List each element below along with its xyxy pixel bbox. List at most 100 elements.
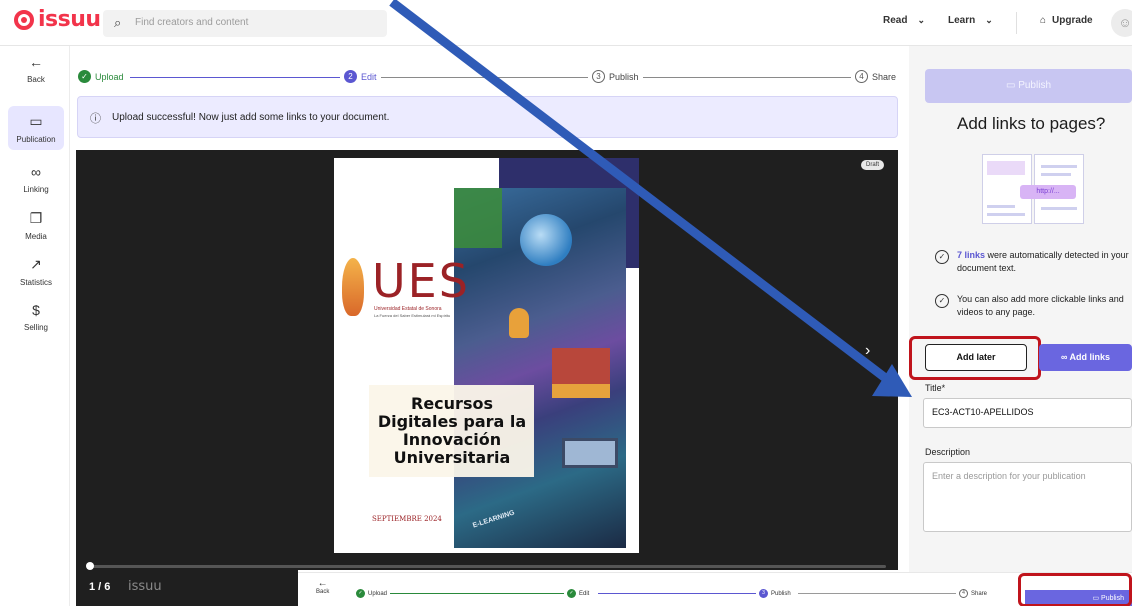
check-circle-icon: ✓ [935,294,949,308]
draft-badge: Draft [861,160,885,170]
document-title: Recursos Digitales para la Innovación Un… [377,394,527,467]
step-share[interactable]: 4 Share [851,70,897,83]
add-more-note: ✓ You can also add more clickable links … [935,293,1130,319]
arrow-left-icon: ← [317,578,328,589]
description-label: Description [925,447,971,457]
chevron-right-icon[interactable]: › [865,342,870,360]
books-graphic [552,348,610,384]
back-label: Back [27,75,45,84]
back-label: Back [316,589,330,595]
highlight-frame [909,336,1041,380]
overlay-step-share[interactable]: 4 Share [956,589,988,598]
back-button[interactable]: ← Back [8,54,64,84]
scrubber-handle[interactable] [86,562,94,570]
add-links-label: Add links [1069,352,1111,362]
publish-button[interactable]: ▭ Publish [925,69,1132,103]
chevron-down-icon: ⌄ [985,15,993,25]
link-icon: ∞ [1060,352,1070,362]
step-label: Edit [361,71,377,82]
check-icon: ✓ [356,589,365,598]
book-icon: ▭ [1005,80,1019,91]
title-field[interactable]: EC3-ACT10-APELLIDOS [923,398,1132,428]
trend-icon: ↗ [30,256,42,272]
overlay-step-publish[interactable]: 3 Publish [756,589,794,598]
page-scrubber[interactable] [88,565,886,568]
illustration-block [987,161,1025,175]
step-number: 4 [959,589,968,598]
step-label: Upload [95,71,124,82]
check-icon: ✓ [78,70,91,83]
page-counter: 1 / 6 [89,581,111,593]
university-motto: La Fuerza del Saber Estimulará mi Espíri… [374,313,451,318]
footer-logo: issuu [128,579,162,594]
step-connector [643,77,853,78]
step-number: 4 [855,70,868,83]
sidebar-item-label: Selling [23,323,48,332]
divider [1016,12,1017,34]
sidebar-item-media[interactable]: ❐ Media [8,210,64,241]
sidebar-item-label: Media [25,232,47,241]
step-label: Publish [771,590,791,597]
illustration-line [1041,207,1077,210]
step-publish[interactable]: 3 Publish [588,70,643,83]
alert-text: Upload successful! Now just add some lin… [112,112,390,123]
step-upload[interactable]: ✓ Upload [78,70,128,83]
search-placeholder: Find creators and content [135,17,249,28]
university-name: Universidad Estatal de Sonora [374,306,442,312]
title-field-label: Title* [925,383,946,393]
add-more-text: You can also add more clickable links an… [957,294,1124,317]
person-graphic [509,308,529,338]
step-connector [798,593,958,594]
check-circle-icon: ✓ [935,250,949,264]
avatar[interactable]: ☺ [1111,9,1132,37]
top-bar: issuu ⌕ Find creators and content Read ⌄… [0,0,1132,46]
step-label: Publish [609,71,639,82]
sidebar-item-linking[interactable]: ∞ Linking [8,164,64,194]
panel-title: Add links to pages? [957,114,1106,133]
step-label: Edit [579,590,590,597]
illustration-line [987,205,1015,208]
sidebar-item-label: Publication [16,135,56,144]
step-connector [378,77,590,78]
search-input[interactable]: ⌕ Find creators and content [103,10,387,37]
illustration-line [1041,173,1071,176]
sidebar-item-selling[interactable]: $ Selling [8,302,64,332]
overlay-step-edit[interactable]: ✓ Edit [564,589,593,598]
upload-success-alert: ⓘ Upload successful! Now just add some l… [77,96,898,138]
sidebar-item-label: Linking [23,185,49,194]
overlay-step-upload[interactable]: ✓ Upload [356,589,391,598]
dollar-icon: $ [32,302,40,318]
step-label: Share [971,590,988,597]
search-icon: ⌕ [114,15,122,30]
document-date: SEPTIEMBRE 2024 [372,515,442,523]
description-field[interactable]: Enter a description for your publication [923,462,1132,532]
illustration-link-chip: http://... [1020,185,1076,199]
document-preview[interactable]: Draft › UES Universidad Estatal de Sonor… [76,150,898,570]
progress-stepper: ✓ Upload 2 Edit 3 Publish 4 Share [78,70,898,86]
overlay-stepper-strip: ← Back ✓ Upload ✓ Edit 3 Publish 4 Share… [298,572,1132,606]
document-page: UES Universidad Estatal de Sonora La Fue… [334,158,639,553]
upgrade-button[interactable]: ⌂ Upgrade [1040,15,1093,26]
nav-read-label: Read [883,15,908,26]
links-illustration: http://... [982,154,1086,224]
step-label: Upload [368,590,388,597]
chevron-down-icon: ⌄ [917,15,925,25]
nav-learn[interactable]: Learn ⌄ [948,15,993,26]
sidebar-item-statistics[interactable]: ↗ Statistics [8,256,64,287]
issuu-logo[interactable]: issuu [14,9,101,31]
add-links-button[interactable]: ∞ Add links [1039,344,1132,371]
publish-label: Publish [1018,80,1052,91]
book-icon: ▭ [29,113,43,129]
left-sidebar: ← Back ▭ Publication ∞ Linking ❐ Media ↗… [0,46,70,606]
sidebar-item-publication[interactable]: ▭ Publication [8,106,64,150]
detected-links-count[interactable]: 7 links [957,250,985,260]
logo-text: issuu [38,7,101,32]
laptop-graphic [562,438,618,468]
right-panel: ▭ Publish Add links to pages? http://...… [909,46,1132,572]
nav-read[interactable]: Read ⌄ [883,15,925,26]
check-icon: ✓ [567,589,576,598]
step-edit[interactable]: 2 Edit [340,70,381,83]
overlay-back-button[interactable]: ← Back [316,578,329,595]
info-icon: ⓘ [90,113,101,125]
issuu-logo-icon [14,10,34,30]
